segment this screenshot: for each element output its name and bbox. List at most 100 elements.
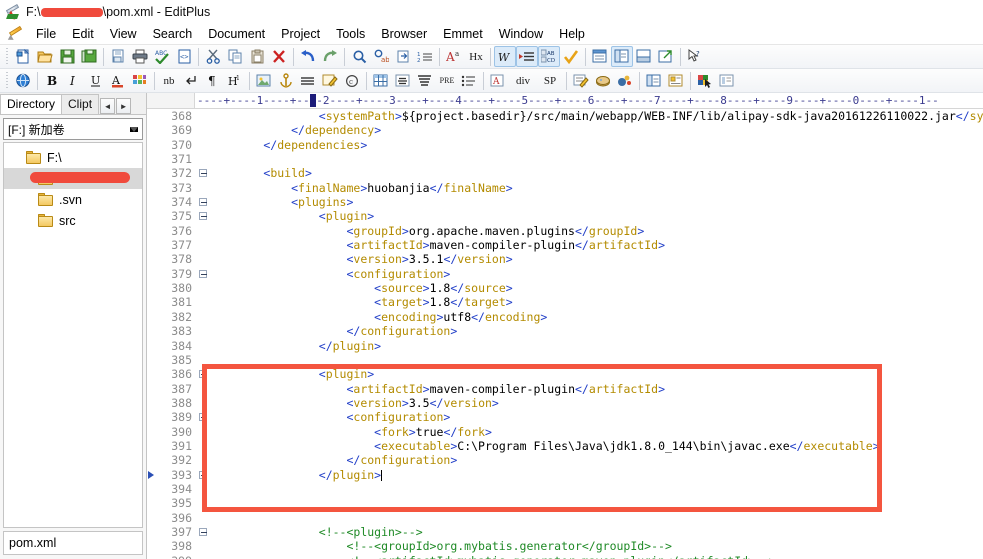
menu-item-file[interactable]: File [28, 25, 64, 43]
code-line[interactable]: <finalName>huobanjia</finalName> [208, 181, 983, 195]
browser-icon[interactable] [12, 70, 34, 91]
font-color-icon[interactable]: A [107, 70, 129, 91]
menu-item-search[interactable]: Search [145, 25, 201, 43]
code-line[interactable]: <configuration> [208, 267, 983, 281]
italic-icon[interactable]: I [63, 70, 85, 91]
indent-icon[interactable] [516, 46, 538, 67]
code-line[interactable]: <encoding>utf8</encoding> [208, 310, 983, 324]
document-selector-icon[interactable] [611, 46, 633, 67]
underline-icon[interactable]: U [85, 70, 107, 91]
color-palette-icon[interactable] [129, 70, 151, 91]
directory-tree[interactable]: F:\ .svn src [3, 142, 143, 528]
code-line[interactable]: </dependencies> [208, 138, 983, 152]
code-line[interactable]: <!--<groupId>org.mybatis.generator</grou… [208, 539, 983, 553]
form-icon[interactable] [570, 70, 592, 91]
code-line[interactable]: <executable>C:\Program Files\Java\jdk1.8… [208, 439, 983, 453]
code-line[interactable]: <build> [208, 166, 983, 180]
style-sheet-icon[interactable] [592, 70, 614, 91]
goto-icon[interactable] [392, 46, 414, 67]
find-icon[interactable] [348, 46, 370, 67]
code-line[interactable]: <fork>true</fork> [208, 425, 983, 439]
code-line[interactable]: </configuration> [208, 324, 983, 338]
spell-check-icon[interactable]: ABC [151, 46, 173, 67]
bold-icon[interactable]: B [41, 70, 63, 91]
validate-icon[interactable] [560, 46, 582, 67]
horizontal-rule-icon[interactable] [297, 70, 319, 91]
meta-icon[interactable] [665, 70, 687, 91]
menu-item-document[interactable]: Document [200, 25, 273, 43]
menu-item-project[interactable]: Project [273, 25, 328, 43]
code-line[interactable]: <plugin> [208, 209, 983, 223]
paste-icon[interactable] [246, 46, 268, 67]
code-line[interactable]: </plugin> [208, 468, 983, 482]
code-line[interactable]: </plugin> [208, 339, 983, 353]
code-line[interactable]: <systemPath>${project.basedir}/src/main/… [208, 109, 983, 123]
edit-link-icon[interactable] [319, 70, 341, 91]
redo-icon[interactable] [319, 46, 341, 67]
code-line[interactable]: <artifactId>maven-compiler-plugin</artif… [208, 382, 983, 396]
save-icon[interactable] [56, 46, 78, 67]
heading-icon[interactable]: H1 [224, 70, 246, 91]
code-line[interactable]: <version>3.5</version> [208, 396, 983, 410]
chevron-left-icon[interactable]: ◄ [100, 98, 116, 114]
paragraph-icon[interactable]: ¶ [202, 70, 224, 91]
font-tag-icon[interactable]: A [487, 70, 509, 91]
preview-pane-icon[interactable] [716, 70, 738, 91]
word-wrap-icon[interactable]: W [494, 46, 516, 67]
hex-view-icon[interactable]: Hx [465, 46, 487, 67]
code-line[interactable]: </configuration> [208, 453, 983, 467]
print-icon[interactable] [129, 46, 151, 67]
tab-cliptext[interactable]: Clipt [61, 94, 100, 114]
undo-icon[interactable] [297, 46, 319, 67]
copy-icon[interactable] [224, 46, 246, 67]
menu-item-view[interactable]: View [102, 25, 145, 43]
copyright-icon[interactable]: c [341, 70, 363, 91]
script-icon[interactable] [614, 70, 636, 91]
div-icon[interactable]: div [509, 70, 537, 91]
print-preview-icon[interactable] [107, 46, 129, 67]
code-line[interactable] [208, 152, 983, 166]
image-icon[interactable] [253, 70, 275, 91]
tree-item-svn[interactable]: .svn [4, 189, 142, 210]
nbsp-icon[interactable]: nb [158, 70, 180, 91]
toolbar-grip[interactable] [4, 47, 10, 66]
menu-item-tools[interactable]: Tools [328, 25, 373, 43]
view-source-icon[interactable]: <> [173, 46, 195, 67]
pre-icon[interactable]: PRE [436, 70, 458, 91]
font-icon[interactable]: Aa [443, 46, 465, 67]
toolbar-grip[interactable] [4, 71, 10, 90]
tree-item-root[interactable]: F:\ [4, 147, 142, 168]
delete-icon[interactable] [268, 46, 290, 67]
table-icon[interactable] [370, 70, 392, 91]
tab-directory[interactable]: Directory [0, 94, 63, 114]
upper-lower-case-icon[interactable]: AB CD [538, 46, 560, 67]
tree-item-project[interactable] [4, 168, 142, 189]
code-line[interactable]: <configuration> [208, 410, 983, 424]
code-line[interactable]: <plugins> [208, 195, 983, 209]
code-line[interactable]: <!--<plugin>--> [208, 525, 983, 539]
open-file-list-item[interactable]: pom.xml [3, 531, 143, 555]
anchor-icon[interactable] [275, 70, 297, 91]
new-file-icon[interactable] [12, 46, 34, 67]
save-all-icon[interactable] [78, 46, 100, 67]
code-line[interactable] [208, 511, 983, 525]
line-number-icon[interactable]: 12 [414, 46, 436, 67]
code-line[interactable]: <version>3.5.1</version> [208, 252, 983, 266]
code-viewport[interactable]: 368 369 370 371 372 373 374 375 376 377 378 379 380 3… [147, 109, 983, 559]
color-picker-icon[interactable] [694, 70, 716, 91]
menu-item-browser[interactable]: Browser [373, 25, 435, 43]
code-line[interactable] [208, 482, 983, 496]
output-window-icon[interactable] [633, 46, 655, 67]
line-break-icon[interactable] [180, 70, 202, 91]
replace-icon[interactable]: ab [370, 46, 392, 67]
code-line[interactable]: <plugin> [208, 367, 983, 381]
span-icon[interactable]: SP [537, 70, 563, 91]
code-line[interactable]: <groupId>org.apache.maven.plugins</group… [208, 224, 983, 238]
list-icon[interactable] [458, 70, 480, 91]
directory-window-icon[interactable] [589, 46, 611, 67]
code-line[interactable]: <artifactId>maven-compiler-plugin</artif… [208, 238, 983, 252]
code-line[interactable]: <!--<artifactId>mybatis-generator-maven-… [208, 554, 983, 559]
frame-icon[interactable] [643, 70, 665, 91]
code-line[interactable]: <target>1.8</target> [208, 295, 983, 309]
code-line[interactable]: <source>1.8</source> [208, 281, 983, 295]
